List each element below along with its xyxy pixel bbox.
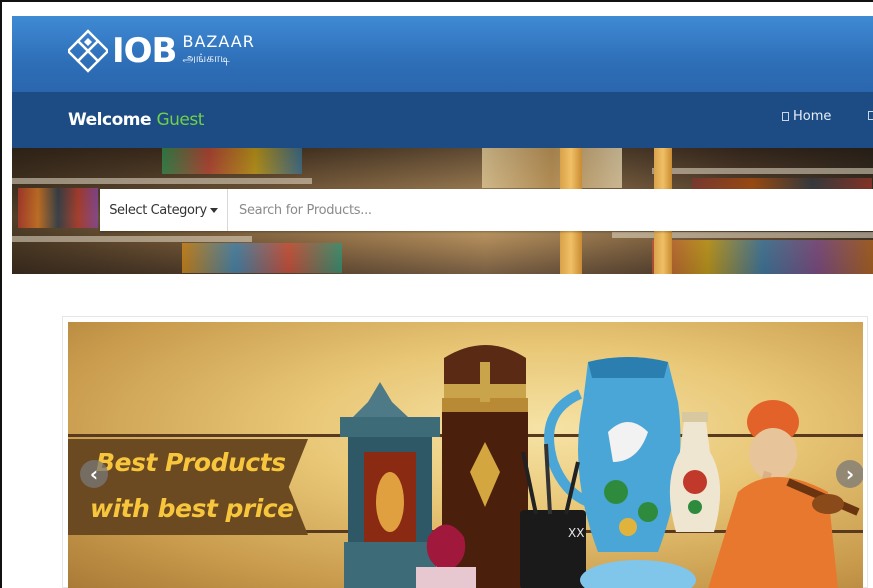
category-dropdown-label: Select Category <box>109 202 207 218</box>
promo-carousel: XX Best Products with best price ‹ › <box>62 316 868 588</box>
home-icon <box>782 112 789 121</box>
nav-home-label: Home <box>793 109 832 124</box>
nav-overflow-icon[interactable] <box>868 111 873 120</box>
promo-headline: Best Products <box>96 448 286 477</box>
search-input[interactable] <box>228 189 873 231</box>
logo-subtitle: BAZAAR அங்காடி <box>182 32 254 67</box>
chevron-right-icon: › <box>845 462 855 486</box>
promo-subheadline: with best price <box>90 494 294 523</box>
welcome-message: Welcome Guest <box>68 110 204 130</box>
logo-emblem-icon <box>66 29 110 73</box>
welcome-label: Welcome <box>68 110 152 130</box>
carousel-slide[interactable]: XX Best Products with best price ‹ › <box>68 322 863 588</box>
chevron-left-icon: ‹ <box>89 462 99 486</box>
category-dropdown[interactable]: Select Category <box>100 189 228 231</box>
svg-text:XX: XX <box>568 526 584 540</box>
logo-sub-tamil: அங்காடி <box>182 50 230 65</box>
carousel-next-button[interactable]: › <box>836 460 863 488</box>
product-search-bar: Select Category <box>100 189 873 231</box>
carousel-prev-button[interactable]: ‹ <box>80 460 108 488</box>
site-header: IOB BAZAAR அங்காடி <box>12 16 873 92</box>
logo-sub-english: BAZAAR <box>182 31 255 51</box>
nav-home-link[interactable]: Home <box>782 109 831 124</box>
user-name: Guest <box>156 110 204 130</box>
site-logo[interactable]: IOB BAZAAR அங்காடி <box>66 26 255 76</box>
nav-bar: Welcome Guest Home <box>12 92 873 148</box>
logo-text: IOB <box>112 31 177 71</box>
caret-down-icon <box>209 207 218 213</box>
